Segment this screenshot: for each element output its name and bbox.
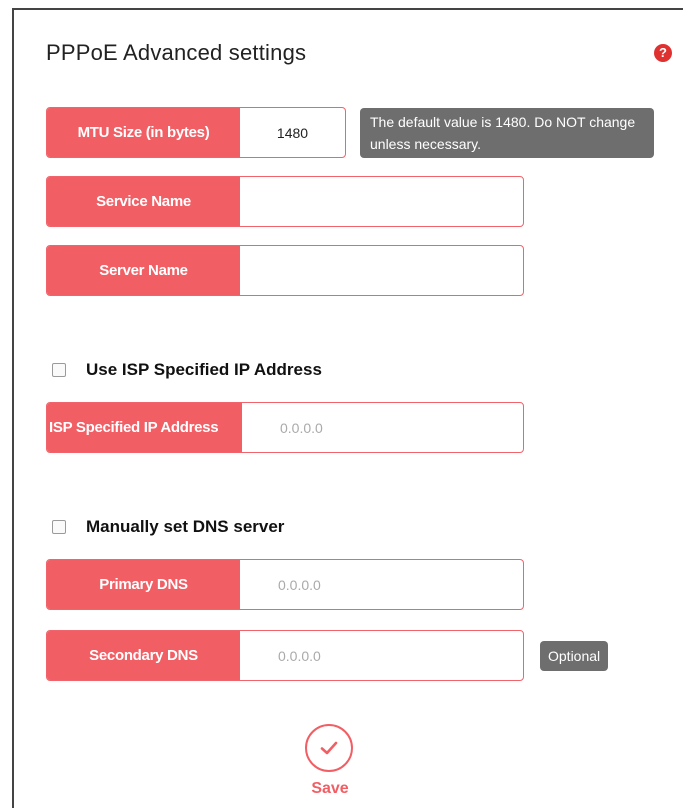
manual-dns-label[interactable]: Manually set DNS server: [86, 517, 284, 537]
use-isp-ip-checkbox[interactable]: [52, 363, 66, 377]
primary-dns-field[interactable]: Primary DNS 0.0.0.0: [46, 559, 524, 610]
manual-dns-row[interactable]: Manually set DNS server: [52, 517, 284, 537]
use-isp-ip-label[interactable]: Use ISP Specified IP Address: [86, 360, 322, 380]
secondary-dns-field[interactable]: Secondary DNS 0.0.0.0: [46, 630, 524, 681]
manual-dns-checkbox[interactable]: [52, 520, 66, 534]
page-title: PPPoE Advanced settings: [46, 40, 307, 65]
mtu-field[interactable]: MTU Size (in bytes) 1480: [46, 107, 346, 158]
server-name-input[interactable]: [240, 246, 523, 295]
primary-dns-input[interactable]: 0.0.0.0: [240, 560, 523, 609]
service-name-input[interactable]: [240, 177, 523, 226]
isp-ip-input[interactable]: 0.0.0.0: [242, 403, 523, 452]
secondary-dns-input[interactable]: 0.0.0.0: [240, 631, 523, 680]
isp-ip-field[interactable]: ISP Specified IP Address 0.0.0.0: [46, 402, 524, 453]
save-label[interactable]: Save: [300, 780, 360, 798]
secondary-dns-label: Secondary DNS: [47, 631, 240, 680]
mtu-label: MTU Size (in bytes): [47, 108, 240, 157]
server-name-field[interactable]: Server Name: [46, 245, 524, 296]
mtu-tooltip: The default value is 1480. Do NOT change…: [360, 108, 654, 158]
isp-ip-label: ISP Specified IP Address: [47, 403, 242, 452]
primary-dns-label: Primary DNS: [47, 560, 240, 609]
optional-badge: Optional: [540, 641, 609, 671]
mtu-input[interactable]: 1480: [240, 108, 345, 157]
service-name-label: Service Name: [47, 177, 240, 226]
checkmark-icon: [320, 741, 338, 755]
server-name-label: Server Name: [47, 246, 240, 295]
use-isp-ip-row[interactable]: Use ISP Specified IP Address: [52, 360, 322, 380]
help-icon[interactable]: ?: [654, 44, 672, 62]
save-button[interactable]: [305, 724, 353, 772]
service-name-field[interactable]: Service Name: [46, 176, 524, 227]
